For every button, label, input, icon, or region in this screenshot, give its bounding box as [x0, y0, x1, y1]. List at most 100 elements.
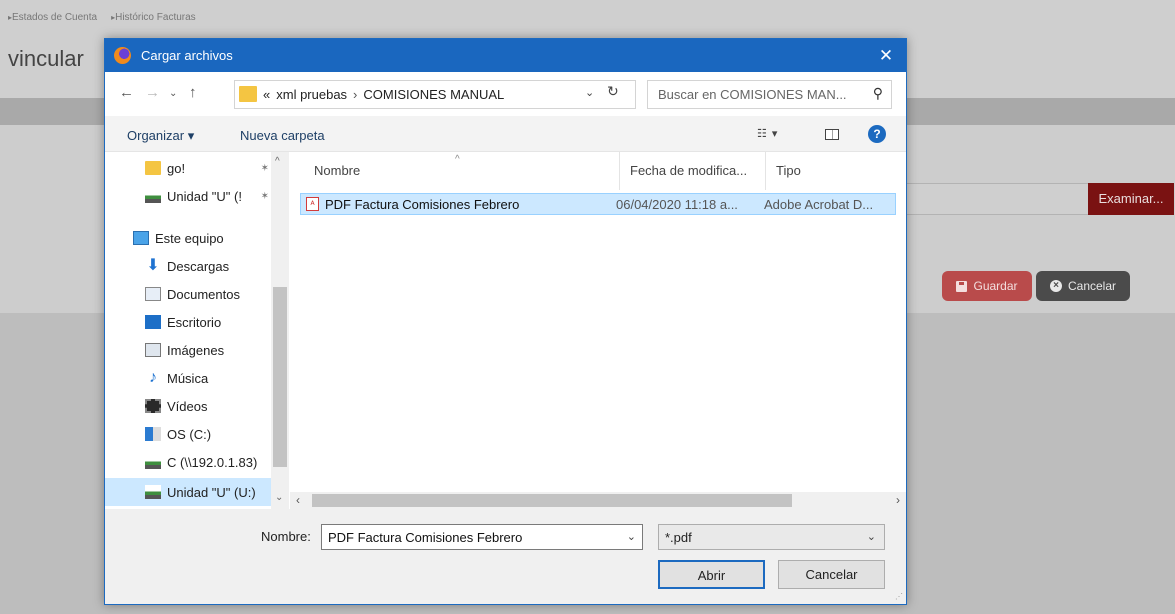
nav-item-label: Este equipo [155, 230, 224, 246]
file-list: ^ Nombre Fecha de modifica... Tipo ᴬ PDF… [290, 152, 906, 492]
documents-icon [145, 287, 161, 301]
scroll-left-icon[interactable]: ‹ [296, 493, 300, 507]
folder-icon [145, 161, 161, 175]
breadcrumb-estados[interactable]: Estados de Cuenta [8, 12, 97, 23]
cancelar-button[interactable]: × Cancelar [1036, 271, 1130, 301]
up-arrow-icon[interactable]: ↑ [189, 84, 197, 101]
nav-item-label: Unidad "U" (U:) [167, 484, 256, 500]
nav-item-label: Vídeos [167, 398, 208, 414]
back-arrow-icon[interactable]: ← [119, 84, 134, 101]
videos-icon [145, 399, 161, 413]
chevron-down-icon[interactable]: ⌄ [627, 530, 636, 543]
column-header-name[interactable]: ^ Nombre [290, 152, 620, 190]
scroll-down-icon[interactable]: ⌄ [275, 492, 283, 503]
recent-locations-chevron-icon[interactable]: ⌄ [169, 88, 177, 99]
organize-button[interactable]: Organizar ▾ [127, 128, 194, 144]
file-type-filter[interactable]: *.pdf ⌄ [658, 524, 885, 550]
file-name: PDF Factura Comisiones Febrero [325, 197, 520, 212]
pdf-file-icon: ᴬ [306, 197, 319, 211]
chevron-down-icon: ⌄ [866, 531, 876, 543]
column-name-label: Nombre [314, 163, 361, 178]
column-type-label: Tipo [776, 163, 801, 178]
dialog-titlebar[interactable]: Cargar archivos ✕ [105, 39, 906, 72]
desktop-icon [145, 315, 161, 329]
nav-item-network-c[interactable]: C (\\192.0.1.83) [105, 448, 275, 476]
nav-item-label: C (\\192.0.1.83) [167, 454, 258, 470]
file-row[interactable]: ᴬ PDF Factura Comisiones Febrero 06/04/2… [300, 193, 896, 215]
nav-item-documentos[interactable]: Documentos [105, 280, 275, 308]
preview-pane-icon[interactable] [825, 129, 839, 140]
navigation-pane: go! ✶ Unidad "U" (! ✶ Este equipo ⬇ Desc… [105, 152, 290, 509]
pictures-icon [145, 343, 161, 357]
dialog-footer: Nombre: PDF Factura Comisiones Febrero ⌄… [105, 509, 906, 604]
file-list-scrollbar[interactable]: ‹ › [290, 492, 906, 509]
network-drive-icon [145, 455, 161, 469]
nav-item-escritorio[interactable]: Escritorio [105, 308, 275, 336]
scrollbar-thumb[interactable] [273, 287, 287, 467]
search-input[interactable]: Buscar en COMISIONES MAN... ⚲ [647, 80, 892, 109]
os-drive-icon [145, 427, 161, 441]
help-icon[interactable]: ? [868, 125, 886, 143]
top-bar: Estados de Cuenta Histórico Facturas [0, 0, 1175, 38]
dialog-title: Cargar archivos [141, 48, 233, 63]
column-header-date[interactable]: Fecha de modifica... [620, 152, 766, 190]
pin-icon[interactable]: ✶ [261, 191, 269, 202]
nav-item-label: OS (C:) [167, 426, 212, 442]
search-icon: ⚲ [872, 85, 883, 101]
refresh-icon[interactable]: ↻ [607, 83, 619, 100]
cancelar-label: Cancelar [1067, 279, 1117, 293]
cancel-button[interactable]: Cancelar [778, 560, 885, 589]
column-header-type[interactable]: Tipo [766, 152, 886, 190]
nav-item-go[interactable]: go! ✶ [105, 154, 275, 182]
address-bar[interactable]: « xml pruebas › COMISIONES MANUAL [234, 80, 636, 109]
pin-icon[interactable]: ✶ [261, 163, 269, 174]
network-drive-icon [145, 189, 161, 203]
nav-item-videos[interactable]: Vídeos [105, 392, 275, 420]
navigation-pane-scrollbar[interactable]: ^ ⌄ [271, 152, 289, 509]
downloads-icon: ⬇ [146, 257, 160, 274]
nav-item-imagenes[interactable]: Imágenes [105, 336, 275, 364]
scrollbar-thumb[interactable] [312, 494, 792, 507]
computer-icon [133, 231, 149, 245]
network-drive-icon [145, 485, 161, 499]
nav-item-musica[interactable]: ♪ Música [105, 364, 275, 392]
filename-value: PDF Factura Comisiones Febrero [328, 530, 523, 545]
nav-item-os-c[interactable]: OS (C:) [105, 420, 275, 448]
file-date: 06/04/2020 11:18 a... [616, 197, 738, 212]
column-date-label: Fecha de modifica... [630, 163, 748, 178]
close-icon[interactable]: ✕ [866, 39, 906, 72]
nav-item-label: Música [167, 370, 209, 386]
sort-ascending-icon: ^ [455, 154, 460, 165]
view-options-icon[interactable]: ☷ ▾ [757, 127, 778, 140]
path-overflow[interactable]: « [263, 87, 270, 102]
search-placeholder: Buscar en COMISIONES MAN... [658, 87, 847, 102]
nav-item-label: Escritorio [167, 314, 222, 330]
nav-item-label: Unidad "U" (! [167, 188, 242, 204]
address-dropdown-icon[interactable]: ⌄ [585, 86, 594, 99]
music-icon: ♪ [149, 369, 157, 386]
new-folder-button[interactable]: Nueva carpeta [240, 128, 325, 143]
scroll-right-icon[interactable]: › [896, 493, 900, 507]
nav-item-unidad-u-quick[interactable]: Unidad "U" (! ✶ [105, 182, 275, 210]
file-type-filter-value: *.pdf [665, 530, 692, 545]
path-segment-xml-pruebas[interactable]: xml pruebas [276, 87, 347, 102]
path-separator[interactable]: › [353, 87, 357, 102]
resize-grip-icon[interactable]: ⋰ [895, 592, 903, 601]
folder-icon [239, 86, 257, 102]
forward-arrow-icon[interactable]: → [145, 84, 160, 101]
nav-item-descargas[interactable]: ⬇ Descargas [105, 252, 275, 280]
path-segment-comisiones[interactable]: COMISIONES MANUAL [363, 87, 504, 102]
file-open-dialog: Cargar archivos ✕ ← → ⌄ ↑ « xml pruebas … [104, 38, 907, 605]
nav-item-este-equipo[interactable]: Este equipo [105, 224, 275, 252]
file-type: Adobe Acrobat D... [764, 197, 874, 212]
breadcrumb-historico[interactable]: Histórico Facturas [111, 12, 196, 23]
filename-input[interactable]: PDF Factura Comisiones Febrero ⌄ [321, 524, 643, 550]
breadcrumb: Estados de Cuenta Histórico Facturas [8, 12, 196, 23]
file-path-input[interactable] [904, 183, 1088, 215]
nav-item-unidad-u[interactable]: Unidad "U" (U:) [105, 478, 275, 506]
scroll-up-icon[interactable]: ^ [275, 156, 280, 167]
guardar-button[interactable]: Guardar [942, 271, 1032, 301]
open-button[interactable]: Abrir [658, 560, 765, 589]
examinar-button[interactable]: Examinar... [1088, 183, 1174, 215]
nav-item-label: go! [167, 160, 186, 176]
